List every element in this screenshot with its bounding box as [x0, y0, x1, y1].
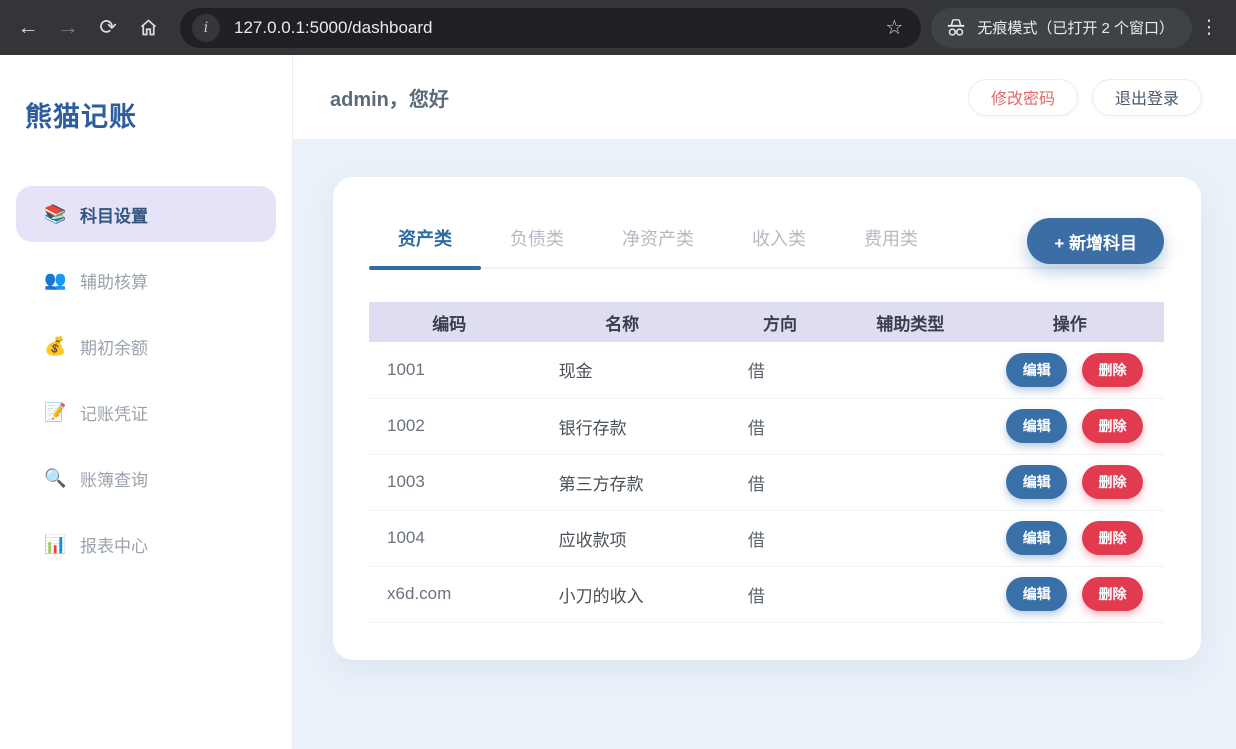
incognito-badge[interactable]: 无痕模式（已打开 2 个窗口） [931, 8, 1192, 48]
cell-code: 1002 [369, 398, 530, 454]
app-frame: 熊猫记账 📚 科目设置 👥 辅助核算 💰 期初余额 📝 记账凭证 🔍 账簿查询 [0, 55, 1236, 749]
edit-button[interactable]: 编辑 [1006, 353, 1067, 387]
sidebar-item-label: 账簿查询 [80, 466, 148, 491]
sidebar-item-vouchers[interactable]: 📝 记账凭证 [16, 384, 276, 440]
logout-button[interactable]: 退出登录 [1092, 79, 1202, 116]
sidebar-item-report-center[interactable]: 📊 报表中心 [16, 516, 276, 572]
cell-direction: 借 [715, 342, 845, 398]
people-icon: 👥 [44, 270, 66, 291]
url-text[interactable]: 127.0.0.1:5000/dashboard [234, 18, 879, 38]
bar-chart-icon: 📊 [44, 534, 66, 555]
cell-aux-type [845, 398, 975, 454]
tab-assets[interactable]: 资产类 [369, 225, 481, 267]
tab-income[interactable]: 收入类 [723, 225, 835, 267]
table-row: 1003 第三方存款 借 编辑 删除 [369, 454, 1164, 510]
cell-code: 1003 [369, 454, 530, 510]
cell-aux-type [845, 342, 975, 398]
column-header-code: 编码 [369, 302, 530, 342]
sidebar-item-label: 报表中心 [80, 532, 148, 557]
sidebar-item-auxiliary-accounting[interactable]: 👥 辅助核算 [16, 252, 276, 308]
delete-button[interactable]: 删除 [1082, 521, 1143, 555]
cell-code: 1001 [369, 342, 530, 398]
home-icon[interactable] [128, 8, 168, 48]
cell-code: 1004 [369, 510, 530, 566]
sidebar-item-subject-settings[interactable]: 📚 科目设置 [16, 186, 276, 242]
tab-net-assets[interactable]: 净资产类 [593, 225, 723, 267]
cell-direction: 借 [715, 566, 845, 622]
table-row: 1002 银行存款 借 编辑 删除 [369, 398, 1164, 454]
memo-icon: 📝 [44, 402, 66, 423]
cell-aux-type [845, 566, 975, 622]
sidebar: 熊猫记账 📚 科目设置 👥 辅助核算 💰 期初余额 📝 记账凭证 🔍 账簿查询 [0, 55, 293, 749]
forward-icon[interactable]: → [48, 8, 88, 48]
table-header-row: 编码 名称 方向 辅助类型 操作 [369, 302, 1164, 342]
incognito-icon [945, 18, 967, 38]
magnifier-icon: 🔍 [44, 468, 66, 489]
table-row: 1004 应收款项 借 编辑 删除 [369, 510, 1164, 566]
cell-code: x6d.com [369, 566, 530, 622]
app-title: 熊猫记账 [16, 95, 276, 134]
subjects-card: 资产类 负债类 净资产类 收入类 费用类 + 新增科目 编码 名称 方 [333, 177, 1201, 660]
greeting-text: admin，您好 [330, 83, 449, 112]
browser-toolbar: ← → ⟳ i 127.0.0.1:5000/dashboard ☆ 无痕模式（… [0, 0, 1236, 55]
add-subject-button[interactable]: + 新增科目 [1027, 218, 1164, 264]
address-bar[interactable]: i 127.0.0.1:5000/dashboard ☆ [180, 8, 921, 48]
money-bag-icon: 💰 [44, 336, 66, 357]
change-password-button[interactable]: 修改密码 [968, 79, 1078, 116]
books-icon: 📚 [44, 204, 66, 225]
edit-button[interactable]: 编辑 [1006, 577, 1067, 611]
topbar-actions: 修改密码 退出登录 [968, 79, 1202, 116]
tab-expenses[interactable]: 费用类 [835, 225, 947, 267]
cell-direction: 借 [715, 454, 845, 510]
sidebar-nav: 📚 科目设置 👥 辅助核算 💰 期初余额 📝 记账凭证 🔍 账簿查询 📊 [16, 186, 276, 572]
cell-name: 现金 [530, 342, 715, 398]
cell-direction: 借 [715, 398, 845, 454]
sidebar-item-label: 期初余额 [80, 334, 148, 359]
column-header-aux-type: 辅助类型 [845, 302, 975, 342]
cell-name: 小刀的收入 [530, 566, 715, 622]
cell-actions: 编辑 删除 [976, 566, 1164, 622]
column-header-name: 名称 [530, 302, 715, 342]
cell-aux-type [845, 454, 975, 510]
cell-name: 应收款项 [530, 510, 715, 566]
browser-menu-icon[interactable]: ⋮ [1192, 16, 1226, 39]
table-row: 1001 现金 借 编辑 删除 [369, 342, 1164, 398]
topbar: admin，您好 修改密码 退出登录 [293, 55, 1236, 140]
table-row: x6d.com 小刀的收入 借 编辑 删除 [369, 566, 1164, 622]
sidebar-item-label: 科目设置 [80, 202, 148, 227]
delete-button[interactable]: 删除 [1082, 353, 1143, 387]
cell-direction: 借 [715, 510, 845, 566]
tabs-row: 资产类 负债类 净资产类 收入类 费用类 + 新增科目 [369, 225, 1164, 269]
cell-actions: 编辑 删除 [976, 510, 1164, 566]
sidebar-item-label: 记账凭证 [80, 400, 148, 425]
sidebar-item-opening-balance[interactable]: 💰 期初余额 [16, 318, 276, 374]
content-area: 资产类 负债类 净资产类 收入类 费用类 + 新增科目 编码 名称 方 [293, 140, 1236, 749]
reload-icon[interactable]: ⟳ [88, 8, 128, 48]
back-icon[interactable]: ← [8, 8, 48, 48]
cell-aux-type [845, 510, 975, 566]
main-area: admin，您好 修改密码 退出登录 资产类 负债类 净资产类 收入类 费用类 … [293, 55, 1236, 749]
cell-name: 银行存款 [530, 398, 715, 454]
sidebar-item-label: 辅助核算 [80, 268, 148, 293]
cell-actions: 编辑 删除 [976, 342, 1164, 398]
bookmark-star-icon[interactable]: ☆ [879, 15, 909, 40]
cell-actions: 编辑 删除 [976, 398, 1164, 454]
site-info-icon[interactable]: i [192, 14, 220, 42]
column-header-actions: 操作 [976, 302, 1164, 342]
cell-name: 第三方存款 [530, 454, 715, 510]
subjects-table: 编码 名称 方向 辅助类型 操作 1001 现金 借 [369, 302, 1164, 623]
edit-button[interactable]: 编辑 [1006, 465, 1067, 499]
column-header-direction: 方向 [715, 302, 845, 342]
delete-button[interactable]: 删除 [1082, 409, 1143, 443]
delete-button[interactable]: 删除 [1082, 465, 1143, 499]
edit-button[interactable]: 编辑 [1006, 521, 1067, 555]
sidebar-item-ledger-query[interactable]: 🔍 账簿查询 [16, 450, 276, 506]
edit-button[interactable]: 编辑 [1006, 409, 1067, 443]
cell-actions: 编辑 删除 [976, 454, 1164, 510]
delete-button[interactable]: 删除 [1082, 577, 1143, 611]
tab-liabilities[interactable]: 负债类 [481, 225, 593, 267]
incognito-label: 无痕模式（已打开 2 个窗口） [977, 17, 1174, 38]
